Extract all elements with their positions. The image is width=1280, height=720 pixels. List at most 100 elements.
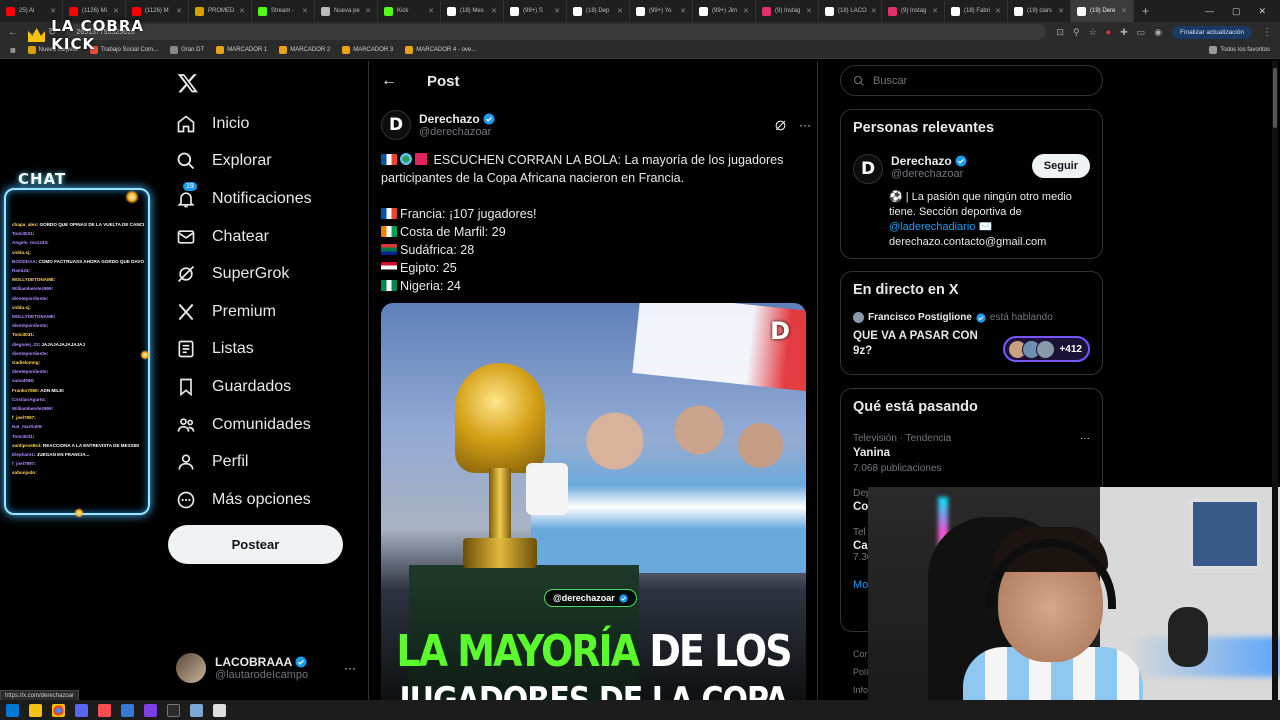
account-more-icon[interactable]: ··· (344, 661, 356, 675)
account-switcher[interactable]: LACOBRAAA @lautarodeIcampo ··· (176, 651, 356, 685)
post-button[interactable]: Postear (168, 525, 343, 564)
grok-explain-icon[interactable] (774, 119, 787, 132)
sidebar-item-mas-opciones[interactable]: Más opciones (176, 481, 361, 519)
browser-tab[interactable]: (99+) S ✕ (504, 0, 567, 22)
follow-button[interactable]: Seguir (1031, 154, 1090, 178)
sidebar-icon[interactable]: ▭ (1137, 27, 1146, 38)
tab-close-icon[interactable]: ✕ (302, 7, 308, 15)
bookmark-item[interactable]: MARCADOR 3 (342, 46, 393, 54)
tab-close-icon[interactable]: ✕ (617, 7, 623, 15)
browser-tab[interactable]: (9) Instag ✕ (882, 0, 945, 22)
sidebar-item-notificaciones[interactable]: 19 Notificaciones (176, 180, 361, 218)
author-name[interactable]: Derechazo (419, 112, 480, 126)
zoom-icon[interactable]: ⚲ (1073, 27, 1080, 38)
install-icon[interactable]: ⊡ (1056, 27, 1064, 38)
app-icon[interactable] (213, 703, 226, 717)
browser-tab[interactable]: (9) Instag ✕ (756, 0, 819, 22)
trend-more-icon[interactable]: ··· (1080, 433, 1090, 444)
browser-tab[interactable]: (19) clars ✕ (1008, 0, 1071, 22)
author-avatar[interactable]: D (381, 110, 411, 140)
tab-close-icon[interactable]: ✕ (1058, 7, 1064, 15)
sidebar-item-guardados[interactable]: Guardados (176, 368, 361, 406)
sidebar-item-chatear[interactable]: Chatear (176, 218, 361, 256)
chrome-icon[interactable] (52, 703, 65, 717)
back-nav-icon[interactable]: ← (8, 27, 18, 38)
person-bio: ⚽ | La pasión que ningún otro medio tien… (889, 190, 1090, 250)
star-icon[interactable]: ☆ (1089, 27, 1097, 38)
post-media[interactable]: D @derechazoar LA MAYORÍA DE LOS JUGADOR… (381, 303, 806, 701)
tab-close-icon[interactable]: ✕ (365, 7, 371, 15)
person-name[interactable]: Derechazo (891, 154, 952, 168)
author-handle[interactable]: @derechazoar (419, 126, 495, 138)
apps-grid-icon[interactable]: ▦ (10, 47, 16, 54)
sidebar-item-perfil[interactable]: Perfil (176, 443, 361, 481)
sidebar-item-listas[interactable]: Listas (176, 331, 361, 369)
profile-icon[interactable]: ◉ (1154, 27, 1162, 38)
app-icon[interactable] (121, 703, 134, 717)
browser-tab[interactable]: (18) LACO ✕ (819, 0, 882, 22)
browser-tab[interactable]: (19) Dere ✕ (1071, 0, 1134, 22)
minimize-icon[interactable]: — (1205, 6, 1214, 17)
windows-start-icon[interactable] (6, 703, 19, 717)
bookmark-item[interactable]: MARCADOR 1 (216, 46, 267, 54)
update-button[interactable]: Finalizar actualización (1172, 25, 1252, 39)
tab-close-icon[interactable]: ✕ (428, 7, 434, 15)
browser-tab[interactable]: PROMED ✕ (189, 0, 252, 22)
close-icon[interactable]: ✕ (1258, 6, 1266, 17)
sidebar-item-explorar[interactable]: Explorar (176, 143, 361, 181)
file-explorer-icon[interactable] (29, 703, 42, 717)
browser-tab[interactable]: (18) Dep ✕ (567, 0, 630, 22)
bio-link[interactable]: @laderechadiario (889, 221, 975, 233)
browser-tab[interactable]: (18) Mes ✕ (441, 0, 504, 22)
tab-close-icon[interactable]: ✕ (995, 7, 1001, 15)
space-title[interactable]: QUE VA A PASAR CON 9z? (853, 329, 983, 359)
url-field[interactable]: 265137753325616 (66, 24, 1047, 40)
tab-close-icon[interactable]: ✕ (113, 7, 119, 15)
search-input[interactable]: Buscar (840, 65, 1103, 96)
sidebar-item-comunidades[interactable]: Comunidades (176, 406, 361, 444)
sidebar-item-premium[interactable]: Premium (176, 293, 361, 331)
app-icon[interactable] (98, 703, 111, 717)
tab-favicon-icon (951, 6, 960, 16)
post-more-icon[interactable]: ··· (799, 118, 811, 132)
browser-tab[interactable]: (18) Fabri ✕ (945, 0, 1008, 22)
sidebar-item-inicio[interactable]: Inicio (176, 105, 361, 143)
scrollbar-track[interactable] (1272, 61, 1278, 701)
obs-icon[interactable] (144, 703, 157, 717)
bookmark-item[interactable]: MARCADOR 2 (279, 46, 330, 54)
back-arrow-icon[interactable]: ← (381, 72, 397, 90)
discord-icon[interactable] (75, 703, 88, 717)
tab-close-icon[interactable]: ✕ (491, 7, 497, 15)
browser-tab[interactable]: Nueva pe ✕ (315, 0, 378, 22)
browser-tab[interactable]: (99+) Jim ✕ (693, 0, 756, 22)
maximize-icon[interactable]: ▢ (1232, 6, 1241, 17)
listeners-badge[interactable]: +412 (1003, 336, 1090, 362)
tab-close-icon[interactable]: ✕ (176, 7, 182, 15)
tab-close-icon[interactable]: ✕ (554, 7, 560, 15)
app-icon[interactable] (190, 703, 203, 717)
app-icon[interactable] (167, 703, 180, 717)
all-bookmarks-folder[interactable]: Todos los favoritos (1209, 46, 1270, 54)
tab-favicon-icon (6, 6, 15, 16)
tab-close-icon[interactable]: ✕ (50, 7, 56, 15)
tab-close-icon[interactable]: ✕ (1121, 7, 1127, 15)
browser-tab[interactable]: (99+) Yo ✕ (630, 0, 693, 22)
puzzle-icon[interactable]: ✚ (1120, 27, 1128, 38)
x-logo-icon[interactable] (177, 72, 199, 94)
bookmark-item[interactable]: MARCADOR 4 - ove... (405, 46, 476, 54)
extension-icon[interactable]: ● (1106, 27, 1111, 38)
trend-name[interactable]: Yanina (853, 447, 1090, 459)
sidebar-item-supergrok[interactable]: SuperGrok (176, 255, 361, 293)
scrollbar-thumb[interactable] (1273, 68, 1277, 128)
tab-close-icon[interactable]: ✕ (871, 7, 877, 15)
tab-close-icon[interactable]: ✕ (680, 7, 686, 15)
tab-close-icon[interactable]: ✕ (932, 7, 938, 15)
browser-tab[interactable]: Stream - ✕ (252, 0, 315, 22)
tab-close-icon[interactable]: ✕ (743, 7, 749, 15)
person-avatar[interactable]: D (853, 154, 883, 184)
new-tab-button[interactable]: + (1134, 4, 1157, 18)
tab-close-icon[interactable]: ✕ (239, 7, 245, 15)
tab-close-icon[interactable]: ✕ (806, 7, 812, 15)
browser-tab[interactable]: Kick ✕ (378, 0, 441, 22)
browser-menu-icon[interactable]: ⋮ (1262, 27, 1272, 38)
